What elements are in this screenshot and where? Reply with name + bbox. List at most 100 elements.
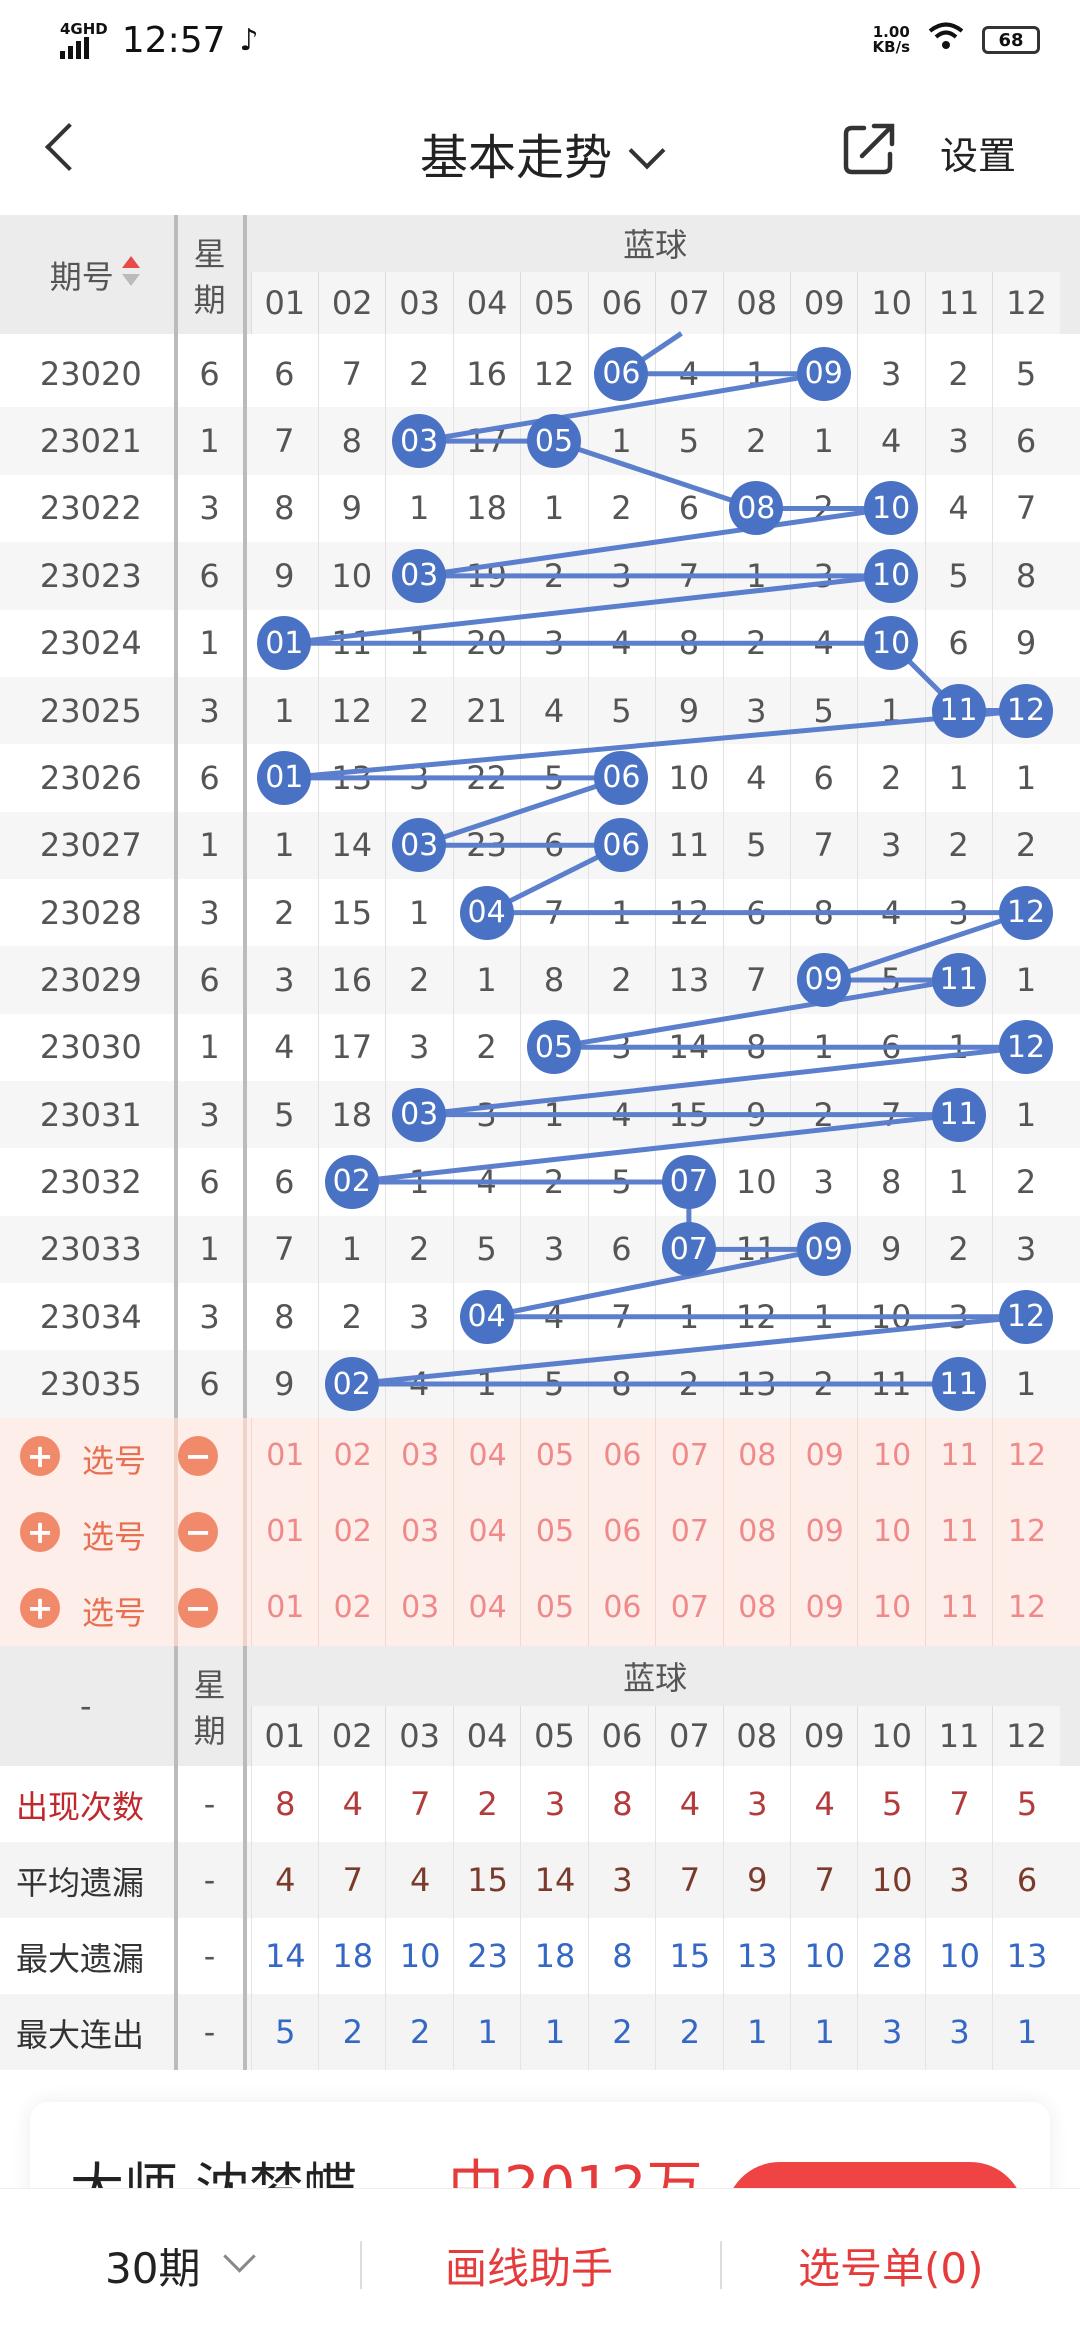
issue-number: 23021 <box>39 422 142 461</box>
column-divider <box>587 334 589 1418</box>
pick-number[interactable]: 08 <box>722 1417 791 1494</box>
page-title-dropdown[interactable]: 基本走势 <box>0 118 1080 188</box>
pick-number[interactable]: 06 <box>587 1493 656 1570</box>
pick-list-button[interactable]: 选号单(0) <box>798 2235 984 2296</box>
pick-number[interactable]: 06 <box>587 1417 656 1494</box>
miss-count: 9 <box>880 1230 902 1269</box>
stats-value: 15 <box>655 1917 723 1994</box>
stats-value: 4 <box>655 1765 723 1842</box>
pick-number[interactable]: 05 <box>520 1493 588 1570</box>
pick-number[interactable]: 02 <box>318 1569 386 1646</box>
miss-count: 1 <box>948 758 969 797</box>
stats-value: 8 <box>587 1765 656 1842</box>
pick-number[interactable]: 11 <box>924 1569 993 1646</box>
pick-number[interactable]: 01 <box>250 1417 319 1494</box>
miss-count: 7 <box>678 556 700 595</box>
miss-count: 5 <box>611 691 632 730</box>
pick-number[interactable]: 10 <box>857 1417 925 1494</box>
drawn-ball: 07 <box>661 1154 716 1209</box>
miss-count: 4 <box>611 624 632 663</box>
weekday-value: 1 <box>199 624 220 663</box>
drawn-ball: 03 <box>392 1087 447 1142</box>
pick-number[interactable]: 09 <box>790 1569 858 1646</box>
drawn-ball: 02 <box>324 1357 379 1412</box>
stats-value: 2 <box>655 1993 723 2070</box>
pick-number[interactable]: 04 <box>452 1417 521 1494</box>
stats-value: 10 <box>857 1841 925 1918</box>
pick-label: 选号 <box>82 1593 147 1632</box>
issue-number: 23035 <box>39 1365 142 1404</box>
pick-number[interactable]: 07 <box>655 1569 723 1646</box>
pick-number[interactable]: 05 <box>520 1569 588 1646</box>
pick-number[interactable]: 01 <box>250 1569 319 1646</box>
pick-number[interactable]: 07 <box>655 1493 723 1570</box>
pick-number[interactable]: 02 <box>318 1493 386 1570</box>
miss-count: 4 <box>408 1365 430 1404</box>
pick-number[interactable]: 11 <box>924 1493 993 1570</box>
miss-count: 3 <box>1015 1230 1037 1269</box>
issue-column-header[interactable]: 期号 <box>20 215 172 334</box>
miss-count: 2 <box>543 556 565 595</box>
pick-number[interactable]: 03 <box>385 1417 453 1494</box>
weekday-value: 6 <box>199 556 220 595</box>
pick-number[interactable]: 04 <box>452 1569 521 1646</box>
miss-count: 9 <box>746 1095 767 1134</box>
miss-count: 3 <box>746 691 767 730</box>
stats-number-header: 09 <box>790 1705 858 1766</box>
miss-count: 6 <box>678 489 700 528</box>
drawn-ball: 06 <box>594 346 649 401</box>
pick-number[interactable]: 12 <box>992 1569 1060 1646</box>
drawn-ball: 11 <box>931 1357 986 1412</box>
miss-count: 2 <box>1015 826 1037 865</box>
pick-number[interactable]: 03 <box>385 1569 453 1646</box>
stats-weekday-1: 星 <box>193 1665 226 1704</box>
miss-count: 7 <box>880 1095 902 1134</box>
settings-button[interactable]: 设置 <box>940 125 1016 180</box>
pick-number[interactable]: 09 <box>790 1417 858 1494</box>
pick-number[interactable]: 11 <box>924 1417 993 1494</box>
drawn-ball: 11 <box>931 1087 986 1142</box>
pick-number[interactable]: 09 <box>790 1493 858 1570</box>
stats-dash: - <box>203 1860 216 1899</box>
pick-number[interactable]: 04 <box>452 1493 521 1570</box>
miss-count: 1 <box>274 691 295 730</box>
pick-number[interactable]: 06 <box>587 1569 656 1646</box>
draw-helper-button[interactable]: 画线助手 <box>445 2235 613 2296</box>
pick-number[interactable]: 08 <box>722 1569 791 1646</box>
pick-plus-button[interactable]: + <box>20 1587 60 1628</box>
pick-number[interactable]: 12 <box>992 1493 1060 1570</box>
pick-plus-button[interactable]: + <box>20 1511 60 1552</box>
pick-minus-button[interactable]: − <box>178 1511 218 1552</box>
pick-number[interactable]: 05 <box>520 1417 588 1494</box>
miss-count: 5 <box>543 758 565 797</box>
weekday-value: 3 <box>199 691 220 730</box>
pick-number[interactable]: 01 <box>250 1493 319 1570</box>
pick-number[interactable]: 08 <box>722 1493 791 1570</box>
pick-number[interactable]: 07 <box>655 1417 723 1494</box>
pick-number[interactable]: 10 <box>857 1493 925 1570</box>
miss-count: 6 <box>948 624 969 663</box>
miss-count: 5 <box>746 826 767 865</box>
miss-count: 1 <box>880 691 902 730</box>
pick-number[interactable]: 10 <box>857 1569 925 1646</box>
miss-count: 9 <box>274 556 295 595</box>
pick-number[interactable]: 12 <box>992 1417 1060 1494</box>
stats-value: 3 <box>924 1993 993 2070</box>
miss-count: 2 <box>341 1297 362 1336</box>
pick-plus-button[interactable]: + <box>20 1435 60 1476</box>
stats-number-header: 02 <box>318 1705 386 1766</box>
weekday-value: 6 <box>199 960 220 999</box>
column-divider <box>173 1645 178 2070</box>
stats-value: 7 <box>655 1841 723 1918</box>
period-selector[interactable]: 30期 <box>105 2235 200 2296</box>
stats-value: 7 <box>385 1765 453 1842</box>
pick-minus-button[interactable]: − <box>178 1435 218 1476</box>
pick-number[interactable]: 03 <box>385 1493 453 1570</box>
miss-count: 1 <box>813 422 834 461</box>
pick-minus-button[interactable]: − <box>178 1587 218 1628</box>
share-button[interactable] <box>840 118 900 178</box>
stats-value: 3 <box>587 1841 656 1918</box>
pick-number[interactable]: 02 <box>318 1417 386 1494</box>
miss-count: 1 <box>543 489 565 528</box>
drawn-ball: 12 <box>999 1020 1053 1075</box>
